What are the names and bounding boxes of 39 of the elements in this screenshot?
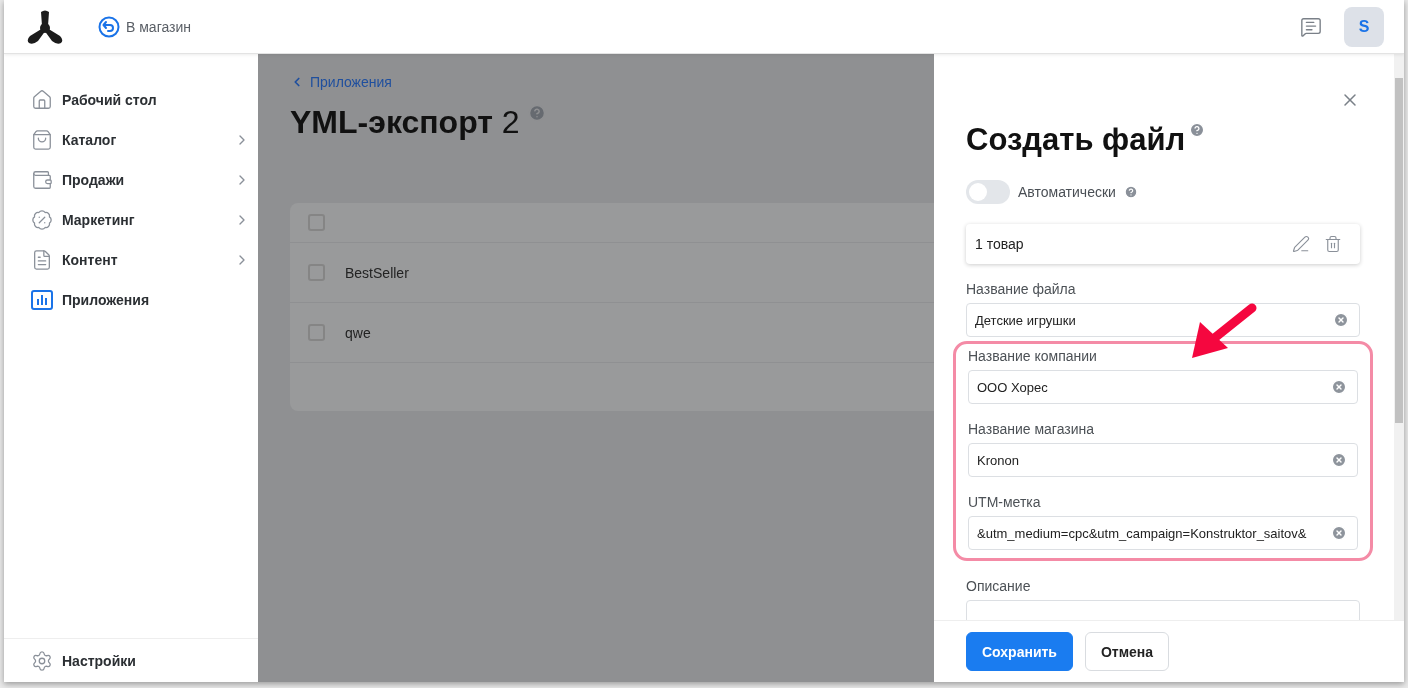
text-field[interactable]: Детские игрушки: [966, 303, 1360, 337]
sidebar-item[interactable]: Каталог: [4, 120, 258, 160]
field-label: Название магазина: [968, 421, 1096, 437]
toggle-switch[interactable]: [966, 180, 1010, 204]
back-to-store-link[interactable]: В магазин: [98, 15, 192, 38]
house-icon: [31, 89, 53, 111]
settings-icon: [31, 649, 53, 672]
trash-icon[interactable]: [1324, 235, 1342, 253]
bag-icon: [31, 129, 53, 151]
wallet-icon: [31, 169, 53, 191]
field-label: Название компании: [968, 348, 1098, 364]
product-count: 1 товар: [975, 236, 1025, 252]
sidebar-item[interactable]: Контент: [4, 240, 258, 280]
sidebar-item[interactable]: Приложения: [4, 280, 258, 320]
bar-chart-icon: [31, 290, 53, 310]
table-cell: qwe: [345, 324, 371, 341]
field-label: Название файла: [966, 281, 1077, 297]
document-icon: [31, 249, 53, 271]
toggle-label: Автоматически: [1018, 184, 1116, 200]
text-field[interactable]: Kronon: [968, 443, 1358, 477]
field-label: Описание: [966, 578, 1032, 594]
sidebar-item[interactable]: Рабочий стол: [4, 80, 258, 120]
page-title: YML-экспорт 2: [290, 104, 520, 141]
help-icon[interactable]: [527, 104, 546, 122]
text-field[interactable]: &utm_medium=cpc&utm_campaign=Konstruktor_saitov&: [968, 516, 1358, 550]
table-cell: BestSeller: [345, 264, 409, 281]
edit-icon[interactable]: [1292, 235, 1310, 253]
drawer-title: Создать файл: [966, 122, 1186, 158]
sidebar-item[interactable]: Продажи: [4, 160, 258, 200]
cancel-button[interactable]: Отмена: [1084, 632, 1170, 671]
sidebar-item[interactable]: Маркетинг: [4, 200, 258, 240]
sidebar-item[interactable]: Настройки: [4, 640, 144, 681]
field-label: UTM-метка: [968, 494, 1042, 510]
scrollbar-thumb[interactable]: [1395, 78, 1403, 423]
text-field[interactable]: ООО Хорес: [968, 370, 1358, 404]
messages-icon[interactable]: [1300, 15, 1322, 38]
percent-icon: [31, 209, 53, 231]
logo-icon: [26, 9, 64, 44]
save-button[interactable]: Сохранить: [966, 632, 1073, 671]
